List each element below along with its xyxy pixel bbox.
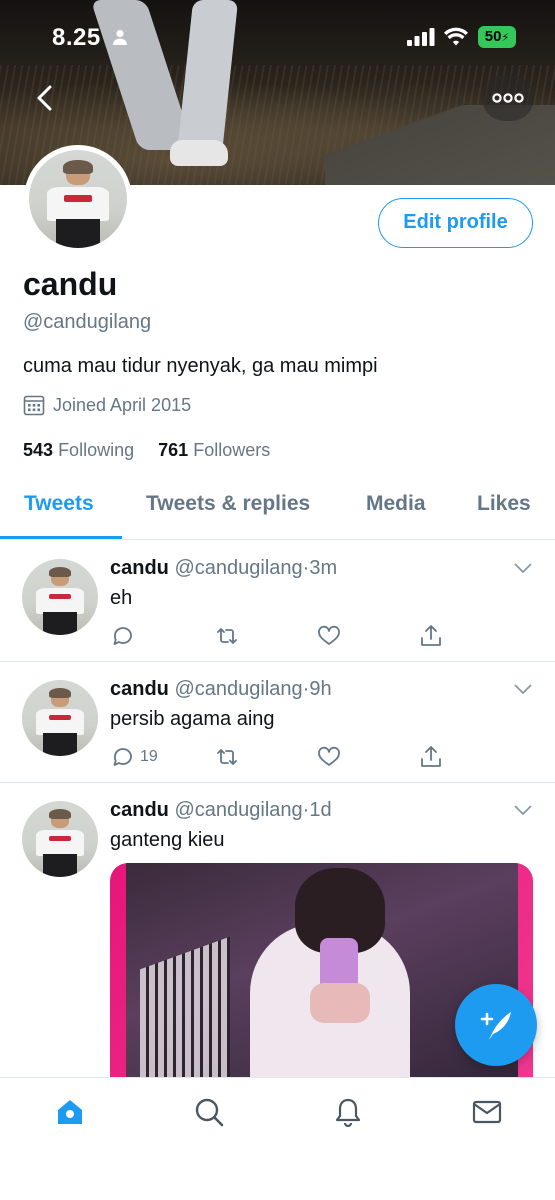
like-button[interactable] [316, 623, 342, 649]
retweet-icon [217, 628, 237, 644]
follow-stats: 543 Following 761 Followers [23, 440, 270, 461]
reply-icon [113, 748, 132, 766]
followers-label: Followers [193, 440, 271, 460]
reply-icon [113, 627, 132, 645]
share-icon [421, 625, 441, 646]
more-button[interactable] [482, 75, 534, 121]
tab-media[interactable]: Media [366, 492, 426, 516]
compose-feather-icon [480, 1012, 511, 1040]
search-icon[interactable] [193, 1096, 225, 1128]
chevron-down-icon[interactable] [513, 561, 533, 575]
tweet-time: 1d [309, 799, 332, 821]
photo-hand [310, 983, 370, 1023]
chevron-down-icon[interactable] [513, 682, 533, 696]
tweet-time: 3m [309, 557, 338, 579]
tweet-item[interactable]: candu @candugilang·9h persib agama aing … [0, 662, 555, 783]
retweet-button[interactable] [214, 744, 240, 770]
battery-indicator: 50⚡ [478, 26, 516, 48]
profile-bio: cuma mau tidur nyenyak, ga mau mimpi [23, 355, 378, 377]
chevron-down-icon[interactable] [513, 803, 533, 817]
profile-avatar[interactable] [24, 145, 132, 253]
retweet-icon [217, 749, 237, 765]
person-icon [113, 29, 127, 45]
status-bar: 8.25 50⚡ [0, 0, 555, 70]
charging-bolt-icon: ⚡ [501, 32, 510, 44]
share-icon [421, 746, 441, 767]
status-time: 8.25 [52, 24, 101, 51]
tweet-time: 9h [309, 678, 332, 700]
cellular-signal-icon [407, 28, 435, 46]
calendar-icon [23, 395, 45, 416]
reply-button[interactable] [110, 623, 140, 649]
tweet-media-image[interactable] [110, 863, 533, 1103]
back-button[interactable] [26, 78, 66, 118]
following-label: Following [58, 440, 135, 460]
heart-icon [318, 625, 340, 645]
tweet-avatar[interactable] [22, 680, 98, 756]
following-link[interactable]: 543 Following [23, 440, 134, 460]
ellipsis-icon [492, 93, 524, 103]
tweet-avatar[interactable] [22, 801, 98, 877]
tweet-text: persib agama aing [110, 708, 275, 730]
reply-count: 19 [140, 748, 158, 765]
tweet-actions [110, 623, 450, 651]
tab-tweets-replies[interactable]: Tweets & replies [146, 492, 310, 516]
mail-icon[interactable] [471, 1096, 503, 1128]
avatar-hair [63, 159, 93, 174]
profile-name: candu [23, 266, 118, 302]
tweet-header: candu @candugilang·1d [110, 799, 332, 822]
tweet-item[interactable]: candu @candugilang·1d ganteng kieu [0, 783, 555, 1113]
following-count: 543 [23, 440, 54, 460]
profile-tabs: Tweets Tweets & replies Media Likes [0, 470, 555, 540]
share-button[interactable] [418, 744, 444, 770]
tab-likes[interactable]: Likes [477, 492, 531, 516]
followers-count: 761 [158, 440, 189, 460]
wifi-icon [444, 27, 468, 46]
tweet-author-handle: @candugilang [174, 678, 303, 700]
joined-date: Joined April 2015 [23, 394, 191, 416]
reply-button[interactable]: 19 [110, 744, 158, 770]
share-button[interactable] [418, 623, 444, 649]
tweet-author-handle: @candugilang [174, 557, 303, 579]
followers-link[interactable]: 761 Followers [158, 440, 270, 460]
tweet-author-name: candu [110, 557, 169, 579]
bell-icon[interactable] [332, 1096, 364, 1128]
tweet-item[interactable]: candu @candugilang·3m eh [0, 541, 555, 662]
avatar-shirt [46, 187, 110, 221]
tab-tweets[interactable]: Tweets [24, 492, 94, 516]
tweet-header: candu @candugilang·9h [110, 678, 332, 701]
like-button[interactable] [316, 744, 342, 770]
active-tab-indicator [0, 536, 122, 539]
joined-label: Joined April 2015 [53, 394, 192, 415]
home-icon[interactable] [54, 1096, 86, 1128]
tweet-author-name: candu [110, 799, 169, 821]
tweet-author-name: candu [110, 678, 169, 700]
heart-icon [318, 746, 340, 766]
edit-profile-button[interactable]: Edit profile [378, 198, 533, 248]
tweet-text: ganteng kieu [110, 829, 225, 851]
retweet-button[interactable] [214, 623, 240, 649]
battery-level: 50 [484, 28, 502, 45]
avatar-pants [56, 218, 100, 248]
compose-tweet-button[interactable] [455, 984, 537, 1066]
tweet-author-handle: @candugilang [174, 799, 303, 821]
bottom-navigation [0, 1077, 555, 1200]
tweet-text: eh [110, 587, 133, 609]
banner-shoe [170, 140, 228, 166]
avatar-shirt-print [64, 195, 92, 202]
tweet-header: candu @candugilang·3m [110, 557, 337, 580]
profile-handle: @candugilang [23, 311, 152, 333]
tweet-avatar[interactable] [22, 559, 98, 635]
tweet-actions: 19 [110, 744, 450, 772]
